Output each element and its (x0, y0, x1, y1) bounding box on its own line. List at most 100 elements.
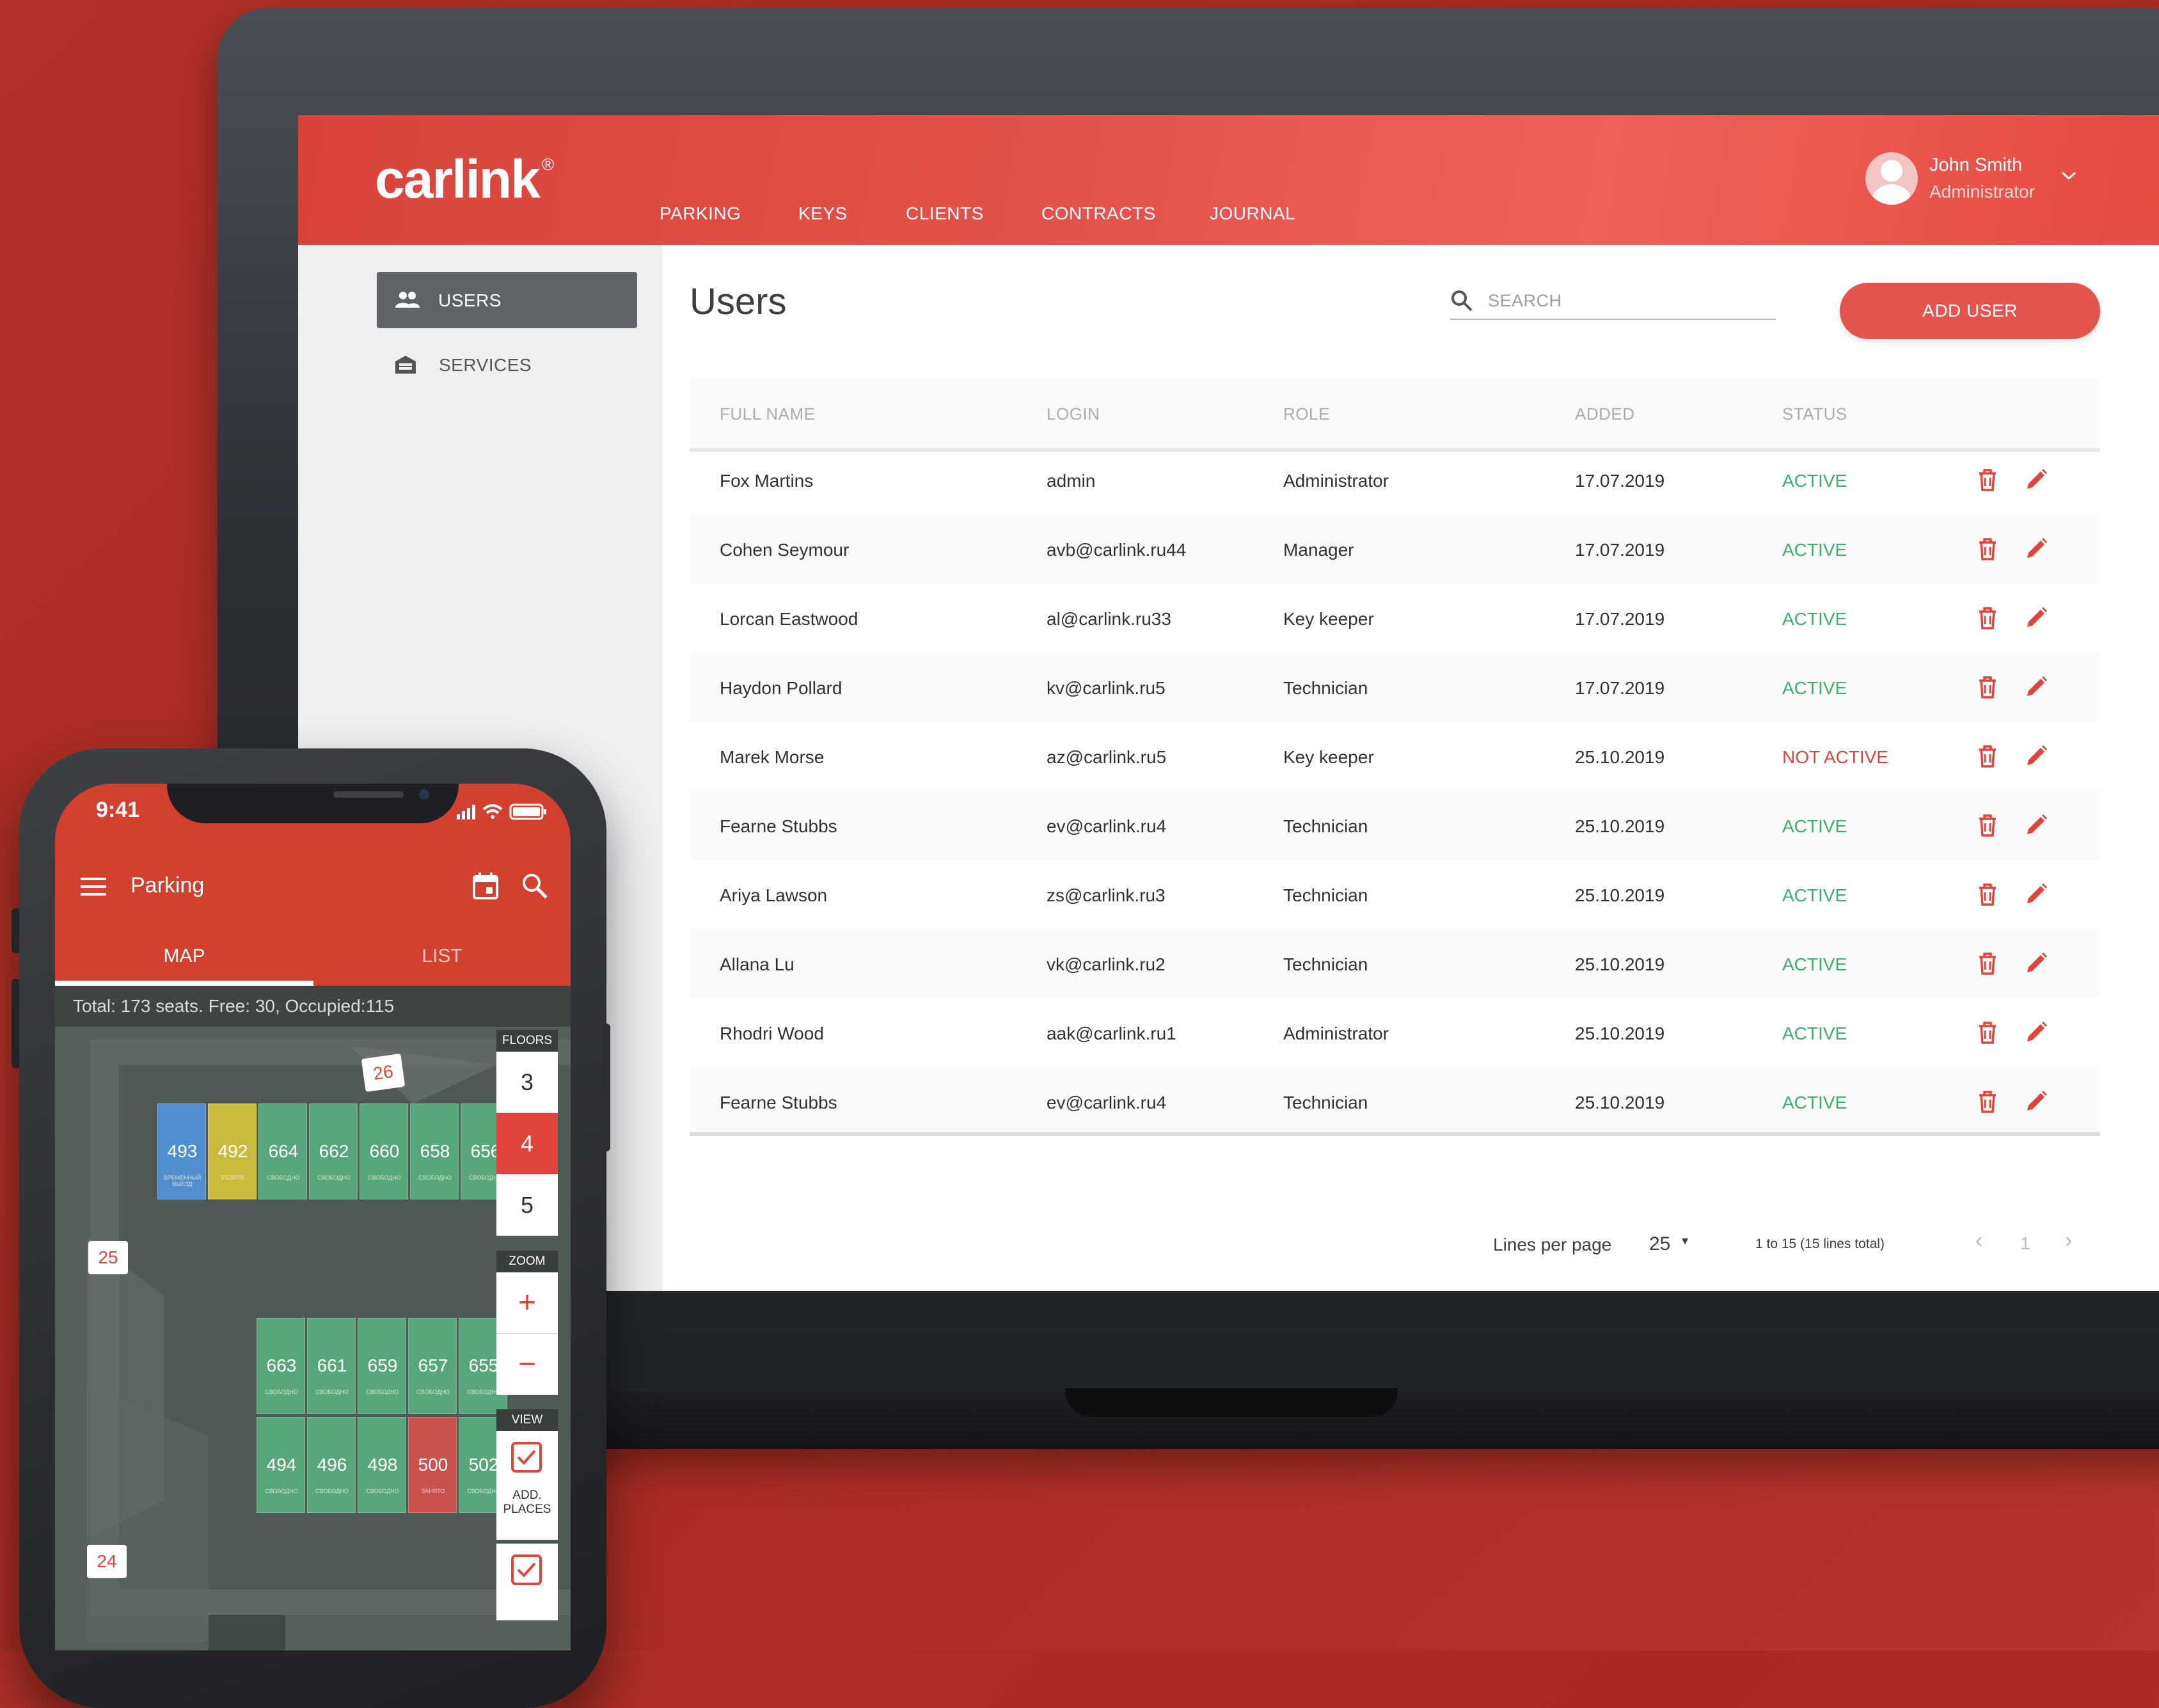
parking-spot[interactable]: 663 СВОБОДНО (257, 1318, 305, 1414)
column-header-login[interactable]: LOGIN (1047, 404, 1100, 424)
floor-3-button[interactable]: 3 (496, 1052, 558, 1113)
search-input[interactable] (1487, 289, 1771, 313)
table-row[interactable]: Fox Martins admin Administrator 17.07.2019 A… (690, 445, 2100, 514)
spot-status: ВРЕМЕННЫЙ ВЫЕЗД (163, 1174, 202, 1187)
page-number[interactable]: 1 (2020, 1233, 2030, 1254)
checkbox-checked-icon[interactable] (510, 1554, 542, 1589)
nav-clients[interactable]: CLIENTS (906, 203, 984, 224)
caret-down-icon[interactable]: ▾ (1682, 1233, 1688, 1249)
edit-icon[interactable] (2023, 1020, 2048, 1045)
parking-map[interactable]: 493 ВРЕМЕННЫЙ ВЫЕЗД 492 РЕЗЕРВ 664 СВОБОДНО 66… (55, 1027, 571, 1650)
table-row[interactable]: Cohen Seymour avb@carlink.ru44 Manager 17.0… (690, 514, 2100, 583)
carlink-logo[interactable]: carlink ® (375, 148, 554, 210)
camera-24[interactable]: 24 (87, 1545, 127, 1578)
delete-icon[interactable] (1975, 536, 2000, 562)
spot-number: 664 (268, 1141, 299, 1161)
zoom-out-button[interactable]: − (496, 1334, 558, 1395)
parking-spot[interactable]: 658 СВОБОДНО (410, 1103, 459, 1199)
delete-icon[interactable] (1975, 605, 2000, 631)
chevron-left-icon[interactable]: ‹ (1975, 1228, 1982, 1253)
table-row[interactable]: Lorcan Eastwood al@carlink.ru33 Key keeper… (690, 583, 2100, 652)
cell-role: Key keeper (1283, 609, 1374, 629)
spot-status: РЕЗЕРВ (221, 1174, 244, 1181)
spot-status: СВОБОДНО (317, 1174, 351, 1181)
delete-icon[interactable] (1975, 882, 2000, 907)
parking-spot[interactable]: 661 СВОБОДНО (307, 1318, 356, 1414)
column-header-status[interactable]: STATUS (1782, 404, 1847, 424)
avatar[interactable] (1865, 152, 1918, 205)
checkbox-checked-icon[interactable] (510, 1441, 542, 1476)
delete-icon[interactable] (1975, 1089, 2000, 1114)
edit-icon[interactable] (2023, 467, 2048, 493)
cell-added: 17.07.2019 (1575, 678, 1665, 698)
camera-25[interactable]: 25 (88, 1241, 128, 1274)
parking-spot[interactable]: 496 СВОБОДНО (307, 1417, 356, 1513)
spot-number: 662 (319, 1141, 349, 1161)
table-row[interactable]: Allana Lu vk@carlink.ru2 Technician 25.10.2… (690, 929, 2100, 998)
edit-icon[interactable] (2023, 1089, 2048, 1114)
search-field[interactable] (1450, 285, 1776, 320)
table-row[interactable]: Marek Morse az@carlink.ru5 Key keeper 25.10… (690, 722, 2100, 791)
search-icon[interactable] (521, 872, 549, 900)
delete-icon[interactable] (1975, 951, 2000, 976)
delete-icon[interactable] (1975, 467, 2000, 493)
tab-map[interactable]: MAP (55, 937, 313, 986)
column-header-added[interactable]: ADDED (1575, 404, 1635, 424)
parking-spot[interactable]: 494 СВОБОДНО (257, 1417, 305, 1513)
table-row[interactable]: Haydon Pollard kv@carlink.ru5 Technician 17… (690, 652, 2100, 722)
column-header-full-name[interactable]: FULL NAME (720, 404, 815, 424)
chevron-down-icon[interactable] (2060, 166, 2077, 186)
floor-5-button[interactable]: 5 (496, 1174, 558, 1236)
cell-login: al@carlink.ru33 (1047, 609, 1171, 629)
delete-icon[interactable] (1975, 674, 2000, 700)
nav-keys[interactable]: KEYS (798, 203, 848, 224)
zoom-in-button[interactable]: + (496, 1272, 558, 1334)
edit-icon[interactable] (2023, 951, 2048, 976)
delete-icon[interactable] (1975, 812, 2000, 838)
add-user-button[interactable]: ADD USER (1840, 283, 2100, 339)
tab-list[interactable]: LIST (313, 937, 571, 986)
nav-parking[interactable]: PARKING (660, 203, 741, 224)
edit-icon[interactable] (2023, 674, 2048, 700)
chevron-right-icon[interactable]: › (2065, 1228, 2072, 1253)
column-header-role[interactable]: ROLE (1283, 404, 1330, 424)
parking-spot[interactable]: 500 ЗАНЯТО (408, 1417, 457, 1513)
parking-spot[interactable]: 664 СВОБОДНО (258, 1103, 307, 1199)
camera-26[interactable]: 26 (361, 1053, 406, 1093)
spot-number: 496 (317, 1455, 347, 1475)
parking-spot[interactable]: 493 ВРЕМЕННЫЙ ВЫЕЗД (157, 1103, 206, 1199)
nav-journal[interactable]: JOURNAL (1210, 203, 1295, 224)
edit-icon[interactable] (2023, 882, 2048, 907)
cell-status: ACTIVE (1782, 885, 1847, 905)
nav-contracts[interactable]: CONTRACTS (1041, 203, 1156, 224)
table-row[interactable]: Rhodri Wood aak@carlink.ru1 Administrator 2… (690, 998, 2100, 1067)
table-row[interactable]: Fearne Stubbs ev@carlink.ru4 Technician 25.… (690, 791, 2100, 860)
sidebar-item-users[interactable]: USERS (377, 272, 637, 328)
parking-spot[interactable]: 660 СВОБОДНО (360, 1103, 408, 1199)
floor-4-button[interactable]: 4 (496, 1113, 558, 1174)
cell-name: Haydon Pollard (720, 678, 842, 698)
table-scroll-edge (690, 1132, 2100, 1136)
menu-icon[interactable] (79, 876, 107, 897)
garage-icon (394, 354, 417, 374)
parking-spot[interactable]: 659 СВОБОДНО (358, 1318, 406, 1414)
parking-spot[interactable]: 492 РЕЗЕРВ (208, 1103, 257, 1199)
delete-icon[interactable] (1975, 1020, 2000, 1045)
edit-icon[interactable] (2023, 536, 2048, 562)
parking-spot[interactable]: 498 СВОБОДНО (358, 1417, 406, 1513)
calendar-icon[interactable] (472, 872, 499, 900)
parking-spot[interactable]: 662 СВОБОДНО (309, 1103, 358, 1199)
view-option-2[interactable] (496, 1544, 558, 1620)
view-add-places-option[interactable]: ADD. PLACES (496, 1431, 558, 1540)
delete-icon[interactable] (1975, 743, 2000, 769)
edit-icon[interactable] (2023, 605, 2048, 631)
table-row[interactable]: Fearne Stubbs ev@carlink.ru4 Technician 25.… (690, 1067, 2100, 1134)
edit-icon[interactable] (2023, 812, 2048, 838)
page-size-select[interactable]: 25 (1649, 1233, 1670, 1255)
cell-name: Marek Morse (720, 747, 825, 767)
parking-spot[interactable]: 657 СВОБОДНО (408, 1318, 457, 1414)
cell-added: 17.07.2019 (1575, 609, 1665, 629)
edit-icon[interactable] (2023, 743, 2048, 769)
table-row[interactable]: Ariya Lawson zs@carlink.ru3 Technician 25.1… (690, 860, 2100, 929)
cell-role: Manager (1283, 540, 1354, 560)
